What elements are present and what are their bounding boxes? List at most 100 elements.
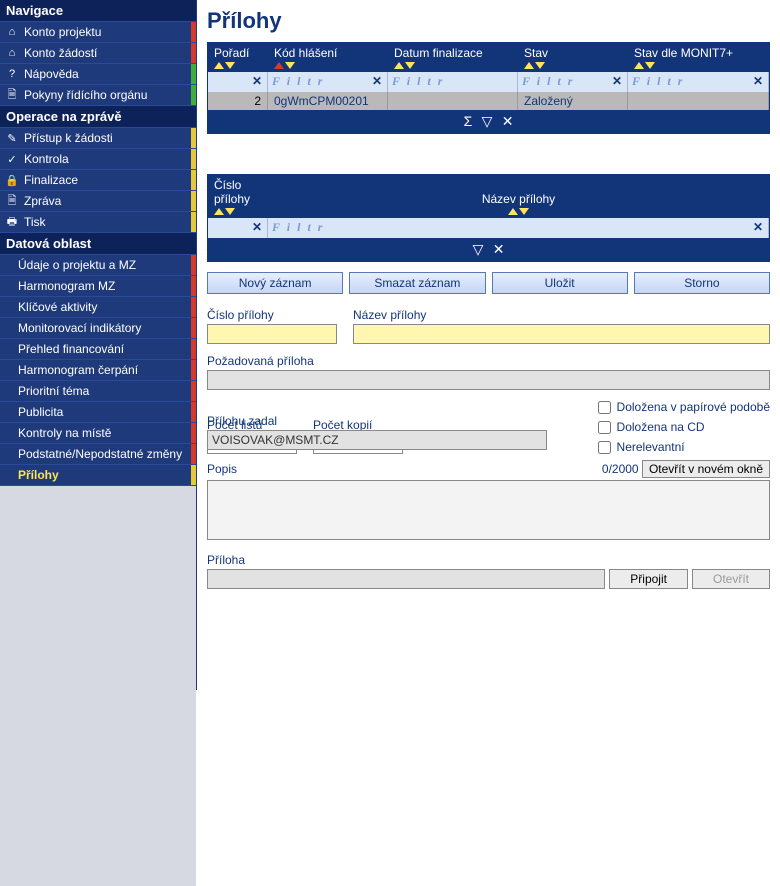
checkbox-input[interactable] (598, 441, 611, 454)
sidebar-item-prehled-fin[interactable]: Přehled financování (0, 339, 196, 360)
field-priloha: Příloha Připojit Otevřít (207, 553, 770, 589)
grid-attachments: Číslo přílohy Název přílohy ✕ F i l t r✕… (207, 174, 770, 262)
sidebar-mark (191, 43, 196, 63)
cell-monit (628, 92, 769, 110)
col-label: Datum finalizace (394, 46, 512, 60)
sort-asc-icon[interactable] (508, 208, 518, 215)
sidebar-mark (191, 191, 196, 211)
nazev-input[interactable] (353, 324, 770, 344)
sort-desc-icon[interactable] (645, 62, 655, 69)
filter-cell[interactable]: F i l t r✕ (518, 72, 628, 92)
sidebar-mark (191, 255, 196, 275)
sort-asc-icon[interactable] (214, 62, 224, 69)
sidebar-item-label: Nápověda (24, 67, 79, 81)
filter-cell[interactable]: F i l t r✕ (268, 218, 769, 238)
sidebar-item-zprava[interactable]: 🗎Zpráva (0, 191, 196, 212)
clear-icon[interactable]: ✕ (502, 113, 514, 130)
sort-asc-icon[interactable] (394, 62, 404, 69)
sidebar-item-finalizace[interactable]: 🔒Finalizace (0, 170, 196, 191)
check-papir[interactable]: Doložena v papírové podobě (598, 400, 770, 414)
funnel-icon[interactable]: ▽ (473, 241, 484, 258)
filter-cell[interactable]: ✕ (208, 218, 268, 238)
sidebar-mark (191, 212, 196, 232)
checkbox-input[interactable] (598, 401, 611, 414)
filter-row: ✕ F i l t r✕ (208, 218, 769, 238)
clear-filter-icon[interactable]: ✕ (252, 220, 264, 235)
cell-poradi: 2 (208, 92, 268, 110)
sidebar-group-navigace: Navigace (0, 0, 196, 22)
clear-filter-icon[interactable]: ✕ (612, 74, 624, 89)
open-button[interactable]: Otevřít (692, 569, 770, 589)
clear-filter-icon[interactable]: ✕ (372, 74, 384, 89)
doc-icon: 🗎 (6, 89, 18, 101)
sidebar-item-klicove[interactable]: Klíčové aktivity (0, 297, 196, 318)
field-cislo: Číslo přílohy (207, 308, 337, 344)
sidebar-item-prilohy[interactable]: Přílohy (0, 465, 196, 486)
sidebar-item-napoveda[interactable]: ? Nápověda (0, 64, 196, 85)
sum-icon[interactable]: Σ (464, 113, 473, 129)
sidebar-item-harmonogram-mz[interactable]: Harmonogram MZ (0, 276, 196, 297)
new-record-button[interactable]: Nový záznam (207, 272, 343, 294)
sidebar-item-harmonogram-cerpani[interactable]: Harmonogram čerpání (0, 360, 196, 381)
funnel-icon[interactable]: ▽ (482, 113, 493, 130)
col-label: Název přílohy (482, 192, 555, 206)
clear-icon[interactable]: ✕ (493, 241, 505, 258)
sidebar-mark (191, 402, 196, 422)
sort-desc-icon[interactable] (535, 62, 545, 69)
sidebar-item-pokyny[interactable]: 🗎 Pokyny řídícího orgánu (0, 85, 196, 106)
popis-textarea[interactable] (207, 480, 770, 540)
sidebar-item-label: Finalizace (24, 173, 78, 187)
cislo-input[interactable] (207, 324, 337, 344)
sort-desc-icon[interactable] (225, 208, 235, 215)
clear-filter-icon[interactable]: ✕ (753, 220, 765, 235)
sidebar-mark (191, 360, 196, 380)
sidebar-item-prioritni[interactable]: Prioritní téma (0, 381, 196, 402)
sort-asc-icon[interactable] (634, 62, 644, 69)
field-popis: Popis 0/2000 Otevřít v novém okně (207, 460, 770, 543)
sidebar-item-pristup[interactable]: ✎Přístup k žádosti (0, 128, 196, 149)
checkbox-input[interactable] (598, 421, 611, 434)
save-button[interactable]: Uložit (492, 272, 628, 294)
sidebar-item-publicita[interactable]: Publicita (0, 402, 196, 423)
button-row: Nový záznam Smazat záznam Uložit Storno (207, 272, 770, 294)
sidebar-item-podstatne[interactable]: Podstatné/Nepodstatné změny (0, 444, 196, 465)
filter-cell[interactable]: F i l t r✕ (628, 72, 769, 92)
sidebar-item-monitorovaci[interactable]: Monitorovací indikátory (0, 318, 196, 339)
sidebar-item-udaje[interactable]: Údaje o projektu a MZ (0, 255, 196, 276)
cancel-button[interactable]: Storno (634, 272, 770, 294)
sidebar-mark (191, 297, 196, 317)
table-row[interactable]: 2 0gWmCPM00201 Založený (208, 92, 769, 110)
check-nerel[interactable]: Nerelevantní (598, 440, 685, 454)
sort-desc-icon[interactable] (405, 62, 415, 69)
doc-icon: 🗎 (6, 195, 18, 207)
clear-filter-icon[interactable]: ✕ (252, 74, 264, 89)
attach-button[interactable]: Připojit (609, 569, 688, 589)
sidebar-item-konto-zadosti[interactable]: ⌂Konto žádostí (0, 43, 196, 64)
grid-footer: ▽ ✕ (208, 238, 769, 261)
clear-filter-icon[interactable]: ✕ (753, 74, 765, 89)
sidebar-item-konto-projektu[interactable]: ⌂Konto projektu (0, 22, 196, 43)
sort-desc-icon[interactable] (519, 208, 529, 215)
help-icon: ? (6, 68, 18, 80)
sidebar-item-label: Přístup k žádosti (24, 131, 113, 145)
sidebar-mark (191, 318, 196, 338)
open-new-window-button[interactable]: Otevřít v novém okně (642, 460, 770, 478)
sort-asc-icon[interactable] (214, 208, 224, 215)
filter-cell[interactable]: ✕ (208, 72, 268, 92)
delete-record-button[interactable]: Smazat záznam (349, 272, 485, 294)
sidebar-item-label: Údaje o projektu a MZ (18, 258, 136, 272)
sidebar-item-kontroly[interactable]: Kontroly na místě (0, 423, 196, 444)
col-label: Pořadí (214, 46, 262, 60)
sidebar-item-tisk[interactable]: 🖶Tisk (0, 212, 196, 233)
sort-asc-icon[interactable] (274, 62, 284, 69)
field-label: Číslo přílohy (207, 308, 337, 322)
sidebar-item-label: Pokyny řídícího orgánu (24, 88, 147, 102)
sort-desc-icon[interactable] (285, 62, 295, 69)
filter-cell[interactable]: F i l t r (388, 72, 518, 92)
filter-cell[interactable]: F i l t r✕ (268, 72, 388, 92)
sort-asc-icon[interactable] (524, 62, 534, 69)
sidebar-item-kontrola[interactable]: ✓Kontrola (0, 149, 196, 170)
grid-footer: Σ ▽ ✕ (208, 110, 769, 133)
check-cd[interactable]: Doložena na CD (598, 420, 705, 434)
sort-desc-icon[interactable] (225, 62, 235, 69)
